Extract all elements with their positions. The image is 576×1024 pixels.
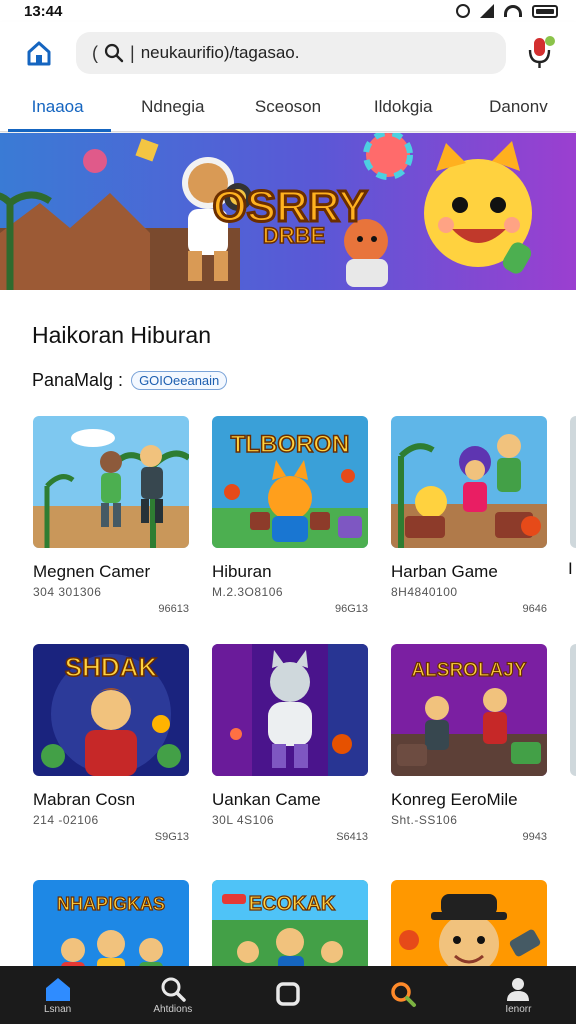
search-orange-icon (391, 982, 417, 1007)
search-input[interactable] (140, 43, 471, 63)
tab-danonv[interactable]: Danonv (461, 82, 576, 132)
game-meta: 8H4840100 (391, 585, 458, 599)
game-meta: 304 301306 (33, 585, 102, 599)
microphone-icon (528, 36, 555, 68)
game-thumbnail (391, 416, 547, 548)
app-header: ( | Inaaoa Ndnegia Sceoson Ildokgia Dano… (0, 22, 576, 132)
game-count: 96613 (158, 603, 189, 615)
next-card-peek[interactable] (570, 644, 576, 776)
rotation-lock-icon (456, 4, 470, 18)
game-meta: 214 -02106 (33, 813, 99, 827)
game-card[interactable]: Megnen Camer 304 301306 96613 (33, 416, 189, 615)
banner-artwork: OSRRY DRBE (0, 133, 576, 290)
game-count: 9943 (522, 831, 547, 843)
bottom-navigation: Lsnan Ahtdions Ienorr (0, 966, 576, 1024)
game-card[interactable]: Uankan Came 30L 4S106 S6413 (212, 644, 368, 843)
nav-search[interactable]: Ahtdions (115, 966, 230, 1024)
next-card-title: I (568, 559, 573, 578)
game-card[interactable]: SHDAK Mabran Cosn 214 -02106 S9G13 (33, 644, 189, 843)
filter-chip[interactable]: GOIOeeanain (131, 371, 228, 390)
promo-banner[interactable]: OSRRY DRBE (0, 133, 576, 290)
nav-label: Ienorr (505, 1003, 532, 1015)
tab-label: Sceoson (254, 97, 322, 116)
home-icon (27, 41, 51, 66)
game-title: Konreg EeroMile (391, 790, 518, 809)
cell-signal-icon (480, 4, 494, 18)
game-count: 9646 (522, 603, 547, 615)
game-title: Uankan Came (212, 790, 321, 809)
game-card[interactable]: Harban Game 8H4840100 9646 (391, 416, 547, 615)
nav-label: Ahtdions (153, 1003, 193, 1015)
battery-icon (532, 4, 558, 18)
nav-home[interactable]: Lsnan (0, 966, 115, 1024)
home-button[interactable] (22, 36, 56, 70)
tab-ndnegia[interactable]: Ndnegia (115, 82, 230, 132)
search-bar[interactable]: ( | (76, 32, 506, 74)
search-prefix: ( (92, 42, 98, 63)
square-icon (276, 982, 300, 1006)
search-divider: | (130, 42, 135, 63)
home-icon (45, 977, 70, 1001)
game-art-title: ECOKAK (249, 893, 336, 915)
game-art-title: TLBORON (231, 431, 350, 458)
game-count: 96G13 (334, 603, 368, 615)
profile-icon (507, 977, 530, 1001)
game-thumbnail: ALSROLAJY (391, 644, 547, 776)
tab-ildokgia[interactable]: Ildokgia (346, 82, 461, 132)
section-title: Haikoran Hiburan (32, 322, 211, 348)
tab-label: Ndnegia (141, 97, 205, 116)
game-art-title: ALSROLAJY (411, 660, 526, 681)
game-meta: M.2.3O8106 (212, 585, 284, 599)
game-meta: 30L 4S106 (212, 813, 275, 827)
game-count: S9G13 (154, 831, 189, 843)
wifi-icon (504, 5, 522, 17)
voice-search-button[interactable] (524, 34, 558, 70)
game-title: Megnen Camer (33, 562, 151, 581)
game-meta: Sht.-SS106 (391, 813, 458, 827)
status-bar: 13:44 (0, 0, 576, 22)
category-tabs: Inaaoa Ndnegia Sceoson Ildokgia Danonv (0, 82, 576, 132)
game-thumbnail: TLBORON (212, 416, 368, 548)
search-icon (161, 977, 186, 1002)
banner-subtitle: DRBE (263, 223, 325, 248)
game-title: Hiburan (212, 562, 272, 581)
nav-label: Lsnan (43, 1003, 72, 1015)
filter-row: PanaMalg : GOIOeeanain (32, 370, 228, 391)
status-time: 13:44 (24, 2, 63, 20)
filter-label: PanaMalg : (32, 370, 124, 390)
game-thumbnail (212, 644, 368, 776)
nav-library[interactable] (230, 966, 345, 1024)
status-icons (456, 4, 558, 18)
game-title: Harban Game (391, 562, 498, 581)
next-card-peek[interactable] (570, 416, 576, 548)
search-icon (104, 43, 124, 63)
game-thumbnail (33, 416, 189, 548)
tab-label: Danonv (489, 97, 548, 116)
tab-inaaoa[interactable]: Inaaoa (0, 82, 115, 132)
game-thumbnail: SHDAK (33, 644, 189, 776)
game-title: Mabran Cosn (33, 790, 136, 809)
nav-profile[interactable]: Ienorr (461, 966, 576, 1024)
game-card[interactable]: TLBORON Hiburan M.2.3O8106 96G13 (212, 416, 368, 615)
tab-sceoson[interactable]: Sceoson (230, 82, 345, 132)
game-art-title: NHAPIGKAS (57, 894, 165, 914)
nav-discover[interactable] (346, 966, 461, 1024)
tab-label: Inaaoa (31, 97, 84, 116)
tab-label: Ildokgia (373, 97, 433, 116)
game-card[interactable]: ALSROLAJY Konreg EeroMile Sht.-SS106 994… (391, 644, 547, 843)
game-count: S6413 (336, 831, 368, 843)
game-art-title: SHDAK (65, 652, 158, 682)
